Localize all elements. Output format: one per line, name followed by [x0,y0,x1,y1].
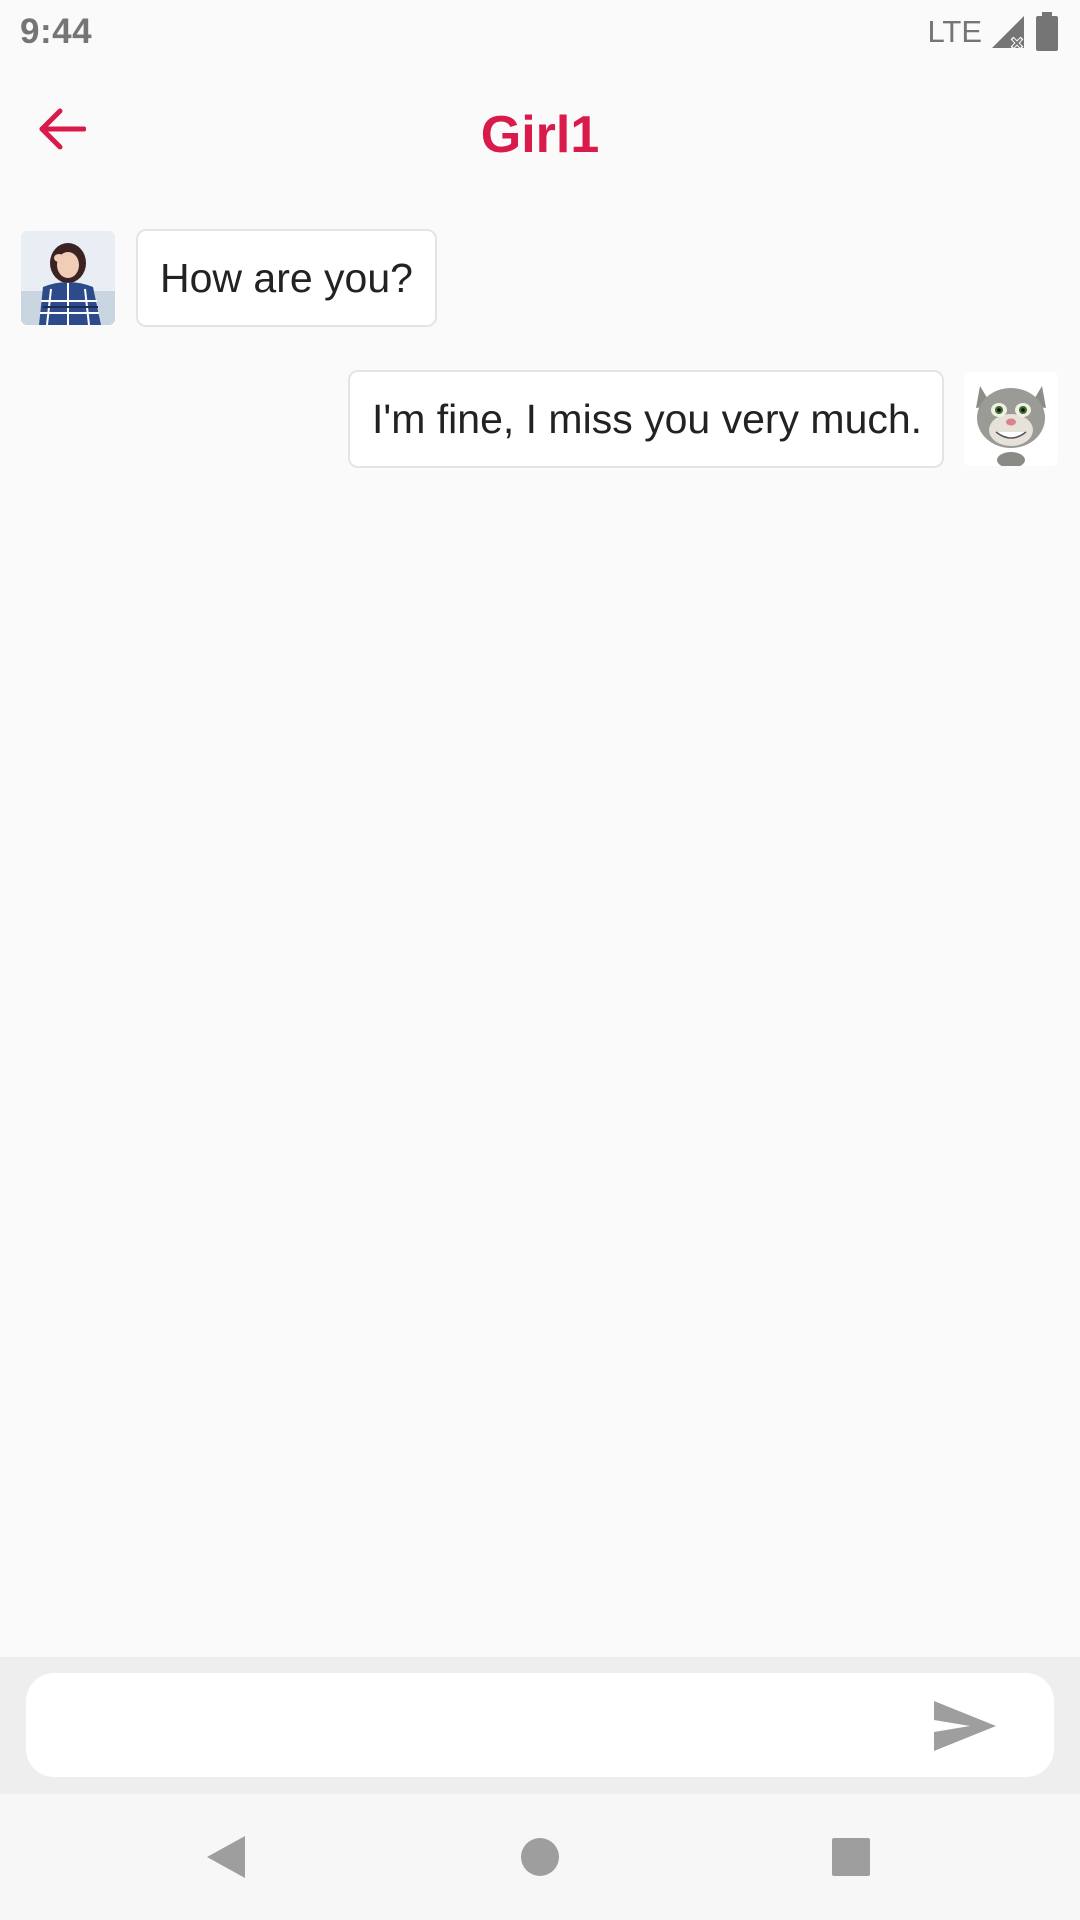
home-circle-icon [521,1838,559,1876]
signal-no-service-icon [992,15,1024,49]
back-triangle-icon [207,1836,245,1878]
status-icons: LTE [927,11,1060,52]
battery-icon [1036,11,1058,51]
message-text: I'm fine, I miss you very much. [372,395,923,442]
status-time: 9:44 [20,11,93,51]
incoming-message-bubble[interactable]: How are you? [136,229,437,327]
talking-cat-avatar[interactable] [964,372,1058,466]
message-input-bar [0,1657,1080,1794]
nav-home-button[interactable] [507,1824,573,1890]
send-button[interactable] [930,1697,1000,1755]
girl-photo-avatar[interactable] [21,231,115,325]
message-list[interactable]: How are you? I'm fine, I miss you very m… [0,210,1080,1657]
chat-screen: 9:44 LTE Girl1 How are you? I'm fine, I … [0,0,1080,1920]
status-bar: 9:44 LTE [0,0,1080,63]
message-text: How are you? [160,254,413,301]
system-navigation-bar [0,1794,1080,1920]
toolbar: Girl1 [0,63,1080,210]
recents-square-icon [832,1838,870,1876]
send-icon [934,1701,996,1751]
nav-recents-button[interactable] [818,1824,884,1890]
message-input[interactable] [26,1673,1054,1777]
chat-title: Girl1 [480,106,600,164]
outgoing-message-bubble[interactable]: I'm fine, I miss you very much. [348,370,944,468]
network-type-label: LTE [927,13,982,49]
nav-back-button[interactable] [193,1824,259,1890]
